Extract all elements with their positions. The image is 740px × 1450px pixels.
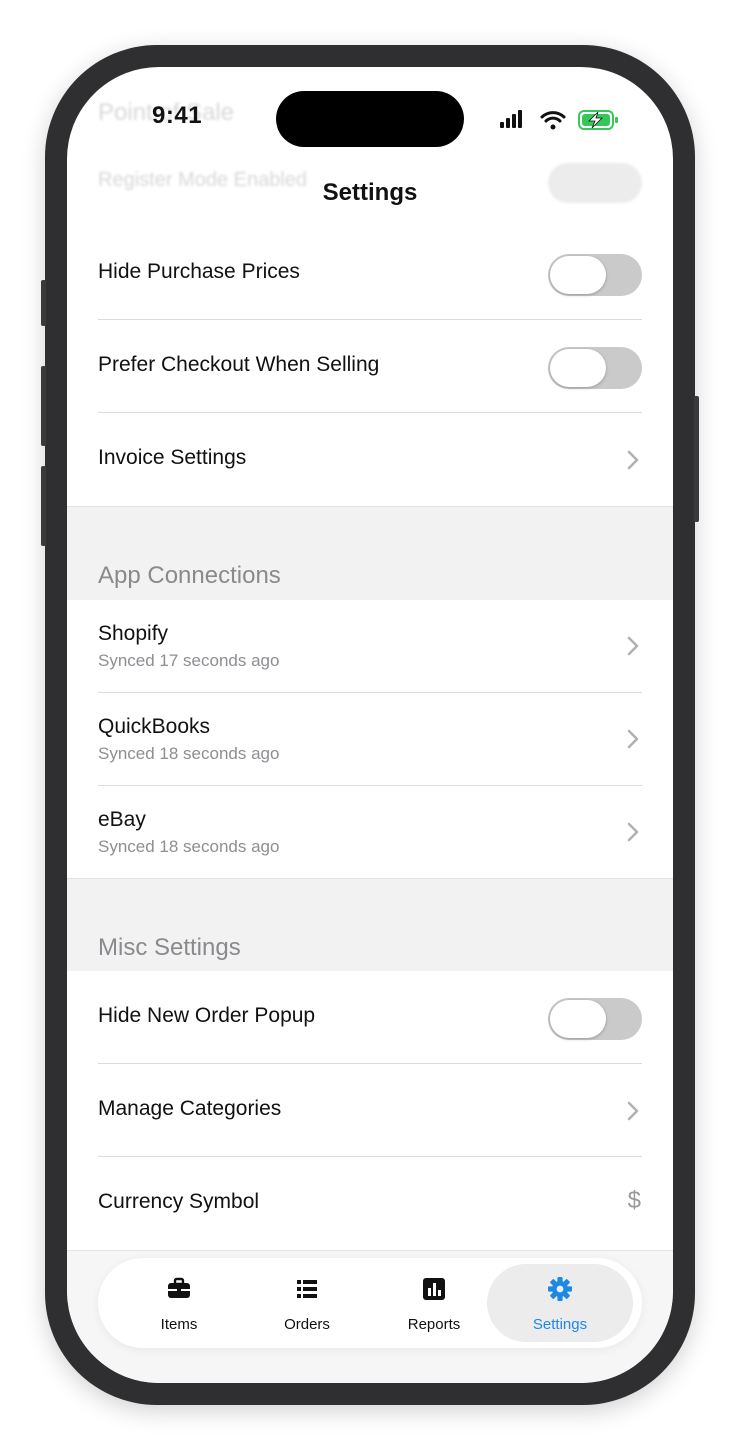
section-app-connections: App Connections [67, 506, 673, 601]
row-label: QuickBooks [98, 715, 211, 738]
volume-down-button [41, 466, 46, 546]
briefcase-icon [168, 1277, 190, 1298]
row-label: Shopify [98, 622, 169, 645]
tab-reports[interactable]: Reports [371, 1264, 497, 1342]
tab-settings[interactable]: Settings [487, 1264, 633, 1342]
tab-orders[interactable]: Orders [244, 1264, 370, 1342]
row-manage-categories[interactable]: Manage Categories [67, 1064, 673, 1157]
row-label: Hide Purchase Prices [98, 260, 300, 283]
chevron-right-icon [627, 822, 639, 842]
battery-charging-icon [578, 110, 618, 130]
list-icon [297, 1280, 317, 1298]
row-label: Invoice Settings [98, 446, 247, 469]
row-label: eBay [98, 808, 146, 831]
chevron-right-icon [627, 729, 639, 749]
row-hide-purchase-prices[interactable]: Hide Purchase Prices [67, 227, 673, 320]
wifi-icon [540, 111, 566, 130]
hide-purchase-prices-toggle[interactable] [548, 254, 642, 296]
chevron-right-icon [627, 636, 639, 656]
volume-up-button [41, 366, 46, 446]
status-icons [500, 110, 618, 130]
row-label: Currency Symbol [98, 1190, 260, 1213]
tab-bar: Items Orders Reports Settings [98, 1258, 642, 1348]
tab-label: Reports [407, 1316, 461, 1333]
bar-chart-icon [423, 1278, 445, 1300]
section-misc-settings: Misc Settings [67, 878, 673, 973]
tab-label: Items [160, 1316, 198, 1333]
row-sync-status: Synced 18 seconds ago [98, 744, 280, 763]
cellular-signal-icon [500, 110, 522, 128]
tab-items[interactable]: Items [116, 1264, 242, 1342]
row-currency-symbol[interactable]: Currency Symbol $ [67, 1157, 673, 1250]
section-header: Misc Settings [98, 934, 241, 961]
status-time: 9:41 [152, 102, 203, 129]
currency-symbol-value: $ [627, 1187, 641, 1214]
dynamic-island [276, 91, 464, 147]
row-sync-status: Synced 17 seconds ago [98, 651, 280, 670]
tab-label: Settings [532, 1316, 588, 1333]
row-label: Manage Categories [98, 1097, 282, 1120]
row-sync-status: Synced 18 seconds ago [98, 837, 280, 856]
hide-new-order-popup-toggle[interactable] [548, 998, 642, 1040]
section-header: App Connections [98, 562, 281, 589]
gear-icon [548, 1277, 572, 1301]
power-button [694, 396, 699, 522]
prefer-checkout-toggle[interactable] [548, 347, 642, 389]
chevron-right-icon [627, 1101, 639, 1121]
row-label: Prefer Checkout When Selling [98, 353, 380, 376]
row-quickbooks[interactable]: QuickBooks Synced 18 seconds ago [67, 693, 673, 786]
row-invoice-settings[interactable]: Invoice Settings [67, 413, 673, 506]
row-ebay[interactable]: eBay Synced 18 seconds ago [67, 786, 673, 879]
tab-label: Orders [284, 1316, 330, 1333]
row-prefer-checkout[interactable]: Prefer Checkout When Selling [67, 320, 673, 413]
row-shopify[interactable]: Shopify Synced 17 seconds ago [67, 600, 673, 693]
chevron-right-icon [627, 450, 639, 470]
screen: Point of Sale Register Mode Enabled 9:41… [67, 67, 673, 1383]
row-label: Hide New Order Popup [98, 1004, 316, 1027]
mute-switch [41, 280, 46, 326]
page-title: Settings [322, 179, 418, 206]
row-hide-new-order-popup[interactable]: Hide New Order Popup [67, 971, 673, 1064]
